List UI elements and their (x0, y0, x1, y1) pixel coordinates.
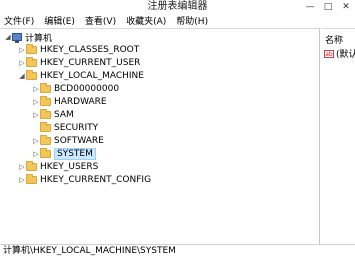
tree-item-computer[interactable]: ◢ 计算机 (4, 31, 53, 44)
window-title: 注册表编辑器 (147, 1, 208, 12)
tree-item-hklm[interactable]: ◢ HKEY_LOCAL_MACHINE (18, 70, 144, 82)
tree-item-label: SECURITY (54, 123, 99, 133)
registry-tree[interactable]: ◢ 计算机 ▷ HKEY_CLASSES_ROOT ▷ HKEY_CURRENT… (0, 28, 320, 244)
menu-edit[interactable]: 编辑(E) (44, 14, 75, 27)
folder-icon (40, 135, 51, 145)
folder-icon (26, 57, 37, 67)
tree-item-label: 计算机 (25, 33, 53, 44)
tree-item-hkcr[interactable]: ▷ HKEY_CLASSES_ROOT (18, 44, 139, 56)
string-value-icon: ab (324, 49, 334, 58)
expand-arrow-icon[interactable]: ▷ (18, 176, 26, 184)
folder-icon (26, 161, 37, 171)
expand-arrow-icon[interactable]: ▷ (32, 150, 40, 158)
expand-arrow-icon[interactable]: ▷ (32, 85, 40, 93)
maximize-button[interactable]: □ (319, 0, 337, 14)
folder-icon (40, 148, 51, 158)
registry-editor-window: 注册表编辑器 — □ ✕ 文件(F) 编辑(E) 查看(V) 收藏夹(A) 帮助… (0, 0, 355, 258)
tree-item-hkcc[interactable]: ▷ HKEY_CURRENT_CONFIG (18, 174, 151, 186)
collapse-arrow-icon[interactable]: ◢ (18, 72, 26, 80)
folder-icon (40, 109, 51, 119)
expand-arrow-icon[interactable]: ▷ (32, 137, 40, 145)
tree-item-label: HKEY_USERS (40, 162, 99, 172)
tree-item-software[interactable]: ▷ SOFTWARE (32, 135, 104, 147)
tree-item-hku[interactable]: ▷ HKEY_USERS (18, 161, 98, 173)
tree-item-hardware[interactable]: ▷ HARDWARE (32, 96, 107, 108)
tree-item-hkcu[interactable]: ▷ HKEY_CURRENT_USER (18, 57, 140, 69)
menu-bar: 文件(F) 编辑(E) 查看(V) 收藏夹(A) 帮助(H) (0, 14, 355, 27)
menu-view[interactable]: 查看(V) (85, 14, 116, 27)
folder-icon (26, 44, 37, 54)
tree-item-label: BCD00000000 (54, 84, 120, 94)
expand-arrow-icon[interactable]: ▷ (32, 111, 40, 119)
tree-item-system[interactable]: ▷ SYSTEM (32, 148, 96, 160)
close-button[interactable]: ✕ (337, 0, 355, 14)
expand-arrow-icon[interactable]: ▷ (32, 98, 40, 106)
folder-icon (26, 174, 37, 184)
tree-item-label: SOFTWARE (54, 136, 104, 146)
tree-item-label: HKEY_CURRENT_USER (40, 58, 141, 68)
tree-item-security[interactable]: SECURITY (32, 122, 98, 134)
tree-item-label: SAM (54, 110, 74, 120)
collapse-arrow-icon[interactable]: ◢ (4, 33, 12, 41)
title-bar: 注册表编辑器 — □ ✕ (0, 0, 355, 14)
expand-arrow-icon[interactable]: ▷ (18, 46, 26, 54)
menu-file[interactable]: 文件(F) (4, 14, 34, 27)
column-header-name[interactable]: 名称 (325, 33, 343, 46)
tree-item-bcd[interactable]: ▷ BCD00000000 (32, 83, 119, 95)
menu-help[interactable]: 帮助(H) (176, 14, 208, 27)
tree-item-label-selected: SYSTEM (54, 148, 96, 160)
tree-item-sam[interactable]: ▷ SAM (32, 109, 74, 121)
expand-arrow-icon[interactable]: ▷ (18, 163, 26, 171)
value-row-default[interactable]: ab (默认 (324, 47, 355, 60)
window-controls: — □ ✕ (301, 0, 355, 14)
tree-item-label: HKEY_LOCAL_MACHINE (40, 71, 144, 81)
tree-item-label: HKEY_CURRENT_CONFIG (40, 175, 152, 185)
minimize-button[interactable]: — (301, 0, 319, 14)
tree-item-label: HARDWARE (54, 97, 107, 107)
values-pane[interactable]: 名称 ab (默认 (321, 28, 355, 244)
value-name: (默认 (336, 50, 355, 60)
folder-icon (26, 70, 37, 80)
folder-icon (40, 96, 51, 106)
folder-icon (40, 83, 51, 93)
menu-favorites[interactable]: 收藏夹(A) (126, 14, 166, 27)
expand-arrow-icon[interactable]: ▷ (18, 59, 26, 67)
folder-icon (40, 122, 51, 132)
status-bar: 计算机\HKEY_LOCAL_MACHINE\SYSTEM (0, 244, 355, 258)
tree-item-label: HKEY_CLASSES_ROOT (40, 45, 140, 55)
computer-icon (12, 33, 22, 43)
